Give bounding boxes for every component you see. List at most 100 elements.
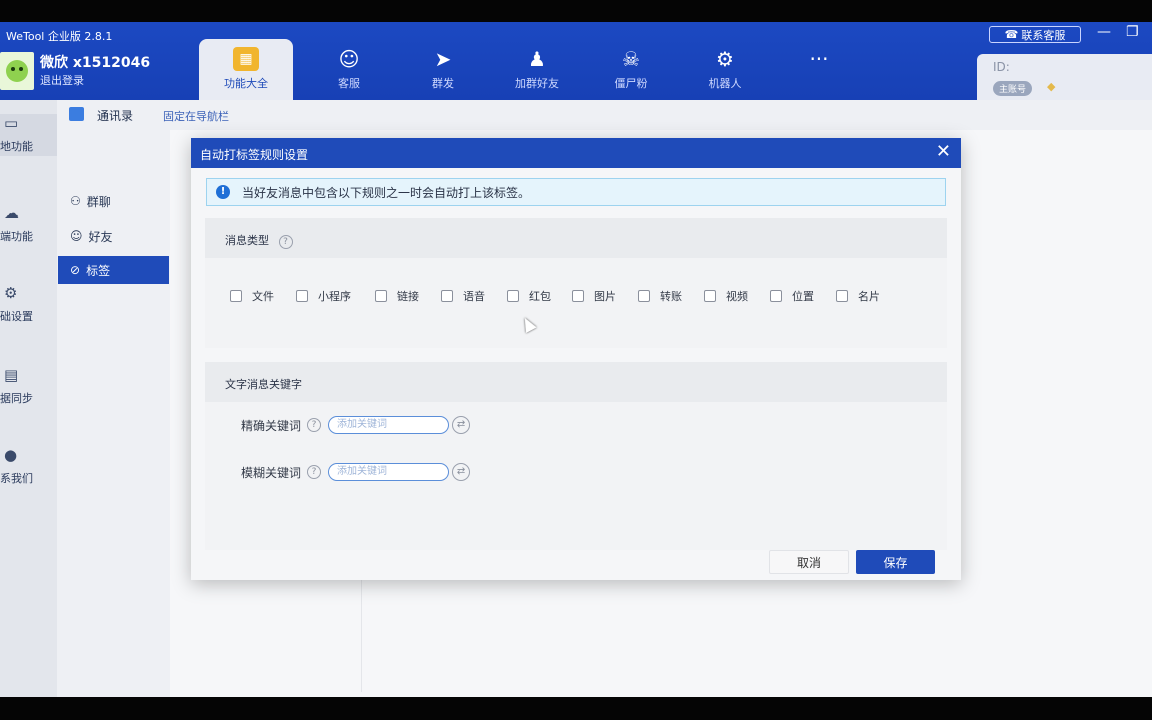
support-icon: ☎ bbox=[1004, 28, 1019, 41]
avatar[interactable] bbox=[0, 52, 34, 90]
pin-to-nav-link[interactable]: 固定在导航栏 bbox=[163, 108, 229, 124]
swap-icon[interactable]: ⇄ bbox=[452, 463, 471, 481]
tab-all-functions[interactable]: ▦ 功能大全 bbox=[199, 39, 293, 100]
monitor-icon: ▭ bbox=[4, 114, 19, 132]
cloud-icon: ☁ bbox=[4, 204, 19, 222]
checkbox-image[interactable]: 图片 bbox=[572, 288, 616, 304]
tab-robot[interactable]: ⚙ 机器人 bbox=[678, 39, 772, 100]
message-type-options: 文件 小程序 链接 语音 红包 图片 转账 视频 位置 名片 bbox=[205, 258, 947, 348]
sidebar-item-contact-us[interactable]: ● 系我们 bbox=[0, 446, 57, 488]
dialog-title: 自动打标签规则设置 bbox=[200, 148, 309, 162]
info-text: 当好友消息中包含以下规则之一时会自动打上该标签。 bbox=[242, 185, 531, 200]
gear-icon: ⚙ bbox=[4, 284, 18, 302]
checkbox-mini-program[interactable]: 小程序 bbox=[296, 288, 351, 304]
menu-item-friends[interactable]: ☺ 好友 bbox=[58, 222, 169, 250]
keyword-card: 文字消息关键字 精确关键词 ? 添加关键词 ⇄ 模糊关键词 ? 添加关键词 ⇄ bbox=[205, 362, 947, 550]
group-icon: ⚇ bbox=[70, 194, 81, 208]
close-icon[interactable]: ✕ bbox=[936, 142, 951, 162]
robot-icon: ⚙ bbox=[716, 47, 734, 71]
checkbox-voice[interactable]: 语音 bbox=[441, 288, 485, 304]
checkbox-box[interactable] bbox=[572, 290, 584, 302]
checkbox-label: 链接 bbox=[397, 290, 419, 303]
checkbox-label: 转账 bbox=[660, 290, 682, 303]
sidebar-item-local-functions[interactable]: ▭ 地功能 bbox=[0, 114, 57, 156]
checkbox-link[interactable]: 链接 bbox=[375, 288, 419, 304]
checkbox-label: 红包 bbox=[529, 290, 551, 303]
tab-customer-service[interactable]: ☺ 客服 bbox=[302, 39, 396, 100]
tab-zombie-fans[interactable]: ☠ 僵尸粉 bbox=[584, 39, 678, 100]
user-icon: ● bbox=[4, 446, 18, 464]
sidebar-item-basic-settings[interactable]: ⚙ 础设置 bbox=[0, 284, 57, 326]
help-icon[interactable]: ? bbox=[307, 465, 322, 479]
tab-label: 僵尸粉 bbox=[614, 77, 648, 90]
bottom-black-bar bbox=[0, 697, 1152, 720]
checkbox-box[interactable] bbox=[441, 290, 453, 302]
skull-icon: ☠ bbox=[622, 47, 640, 71]
info-icon: ! bbox=[216, 185, 230, 199]
checkbox-box[interactable] bbox=[230, 290, 242, 302]
checkbox-video[interactable]: 视频 bbox=[704, 288, 748, 304]
message-type-label: 消息类型 bbox=[225, 234, 269, 247]
dialog-header: 自动打标签规则设置 ✕ bbox=[191, 138, 961, 168]
fuzzy-keyword-row: 模糊关键词 ? 添加关键词 ⇄ bbox=[241, 463, 471, 481]
menu-item-tags[interactable]: ⊘ 标签 bbox=[58, 256, 169, 284]
help-icon[interactable]: ? bbox=[307, 418, 322, 432]
header: WeTool 企业版 2.8.1 微欣 x1512046 退出登录 ▦ 功能大全… bbox=[0, 22, 1152, 100]
checkbox-box[interactable] bbox=[770, 290, 782, 302]
save-button[interactable]: 保存 bbox=[856, 550, 935, 574]
exact-keyword-input[interactable]: 添加关键词 bbox=[328, 416, 450, 434]
sub-toolbar: 通讯录 固定在导航栏 bbox=[57, 100, 1152, 130]
checkbox-box[interactable] bbox=[296, 290, 308, 302]
add-friend-icon: ♟ bbox=[528, 47, 546, 71]
sidebar-item-cloud-functions[interactable]: ☁ 端功能 bbox=[0, 204, 57, 246]
checkbox-box[interactable] bbox=[836, 290, 848, 302]
cancel-button[interactable]: 取消 bbox=[769, 550, 849, 574]
checkbox-file[interactable]: 文件 bbox=[230, 288, 274, 304]
grid-icon: ▦ bbox=[233, 47, 259, 71]
swap-icon[interactable]: ⇄ bbox=[452, 416, 471, 434]
keyword-title: 文字消息关键字 bbox=[225, 378, 302, 391]
tab-mass-send[interactable]: ➤ 群发 bbox=[396, 39, 490, 100]
sidebar-item-data-sync[interactable]: ▤ 据同步 bbox=[0, 366, 57, 408]
checkbox-label: 图片 bbox=[594, 290, 616, 303]
checkbox-location[interactable]: 位置 bbox=[770, 288, 814, 304]
checkbox-business-card[interactable]: 名片 bbox=[836, 288, 880, 304]
checkbox-box[interactable] bbox=[638, 290, 650, 302]
tab-more[interactable]: ··· bbox=[772, 39, 866, 100]
menu-item-group-chat[interactable]: ⚇ 群聊 bbox=[58, 187, 169, 215]
user-name: 微欣 x1512046 bbox=[40, 55, 151, 71]
help-icon[interactable]: ? bbox=[278, 235, 293, 249]
tab-add-group-friends[interactable]: ♟ 加群好友 bbox=[490, 39, 584, 100]
maximize-button[interactable]: ❐ bbox=[1126, 24, 1139, 40]
checkbox-red-packet[interactable]: 红包 bbox=[507, 288, 551, 304]
card-header: 消息类型 ? bbox=[205, 218, 947, 258]
sidebar-item-label: 地功能 bbox=[0, 140, 33, 153]
menu-item-label: 群聊 bbox=[86, 194, 111, 209]
message-type-card: 消息类型 ? 文件 小程序 链接 语音 红包 图片 转账 视频 位置 名片 bbox=[205, 218, 947, 348]
keyword-body: 精确关键词 ? 添加关键词 ⇄ 模糊关键词 ? 添加关键词 ⇄ bbox=[205, 402, 947, 550]
contact-support-button[interactable]: ☎ 联系客服 bbox=[989, 26, 1081, 43]
wechat-icon bbox=[6, 60, 28, 82]
checkbox-box[interactable] bbox=[507, 290, 519, 302]
sidebar-item-label: 端功能 bbox=[0, 230, 33, 243]
minimize-button[interactable]: — bbox=[1097, 24, 1111, 40]
card-header: 文字消息关键字 bbox=[205, 362, 947, 402]
checkbox-transfer[interactable]: 转账 bbox=[638, 288, 682, 304]
checkbox-label: 文件 bbox=[252, 290, 274, 303]
fuzzy-keyword-label: 模糊关键词 bbox=[241, 465, 302, 480]
checkbox-box[interactable] bbox=[375, 290, 387, 302]
tab-label: 功能大全 bbox=[224, 77, 268, 90]
tab-label: 加群好友 bbox=[515, 77, 559, 90]
checkbox-box[interactable] bbox=[704, 290, 716, 302]
contacts-icon bbox=[69, 107, 84, 121]
logout-link[interactable]: 退出登录 bbox=[40, 72, 84, 88]
checkbox-label: 语音 bbox=[463, 290, 485, 303]
send-icon: ➤ bbox=[434, 47, 452, 71]
id-label: ID: bbox=[993, 60, 1010, 74]
exact-keyword-row: 精确关键词 ? 添加关键词 ⇄ bbox=[241, 416, 471, 434]
fuzzy-keyword-input[interactable]: 添加关键词 bbox=[328, 463, 450, 481]
more-icon: ··· bbox=[809, 47, 829, 71]
section-title: 通讯录 bbox=[97, 109, 134, 123]
menu-item-label: 标签 bbox=[86, 263, 111, 278]
menu-item-label: 好友 bbox=[88, 229, 113, 244]
